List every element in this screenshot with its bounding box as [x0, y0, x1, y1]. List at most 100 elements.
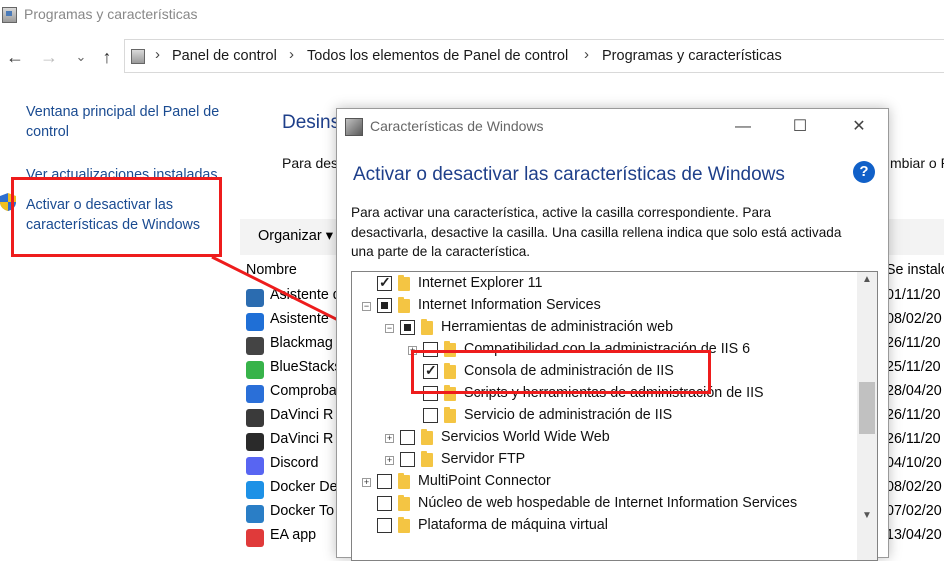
feature-label: Internet Information Services [418, 297, 601, 313]
minimize-icon[interactable]: — [728, 115, 758, 139]
up-arrow-icon[interactable]: ↑ [96, 46, 118, 68]
folder-icon [398, 275, 410, 291]
dialog-description: Para activar una característica, active … [351, 205, 842, 259]
feature-row[interactable]: − Herramientas de administración web [352, 318, 852, 340]
window-titlebar: Programas y características [0, 0, 944, 30]
vertical-scrollbar[interactable]: ▲ ▼ [857, 272, 877, 560]
collapse-icon[interactable]: − [385, 324, 394, 333]
folder-icon [421, 429, 433, 445]
organize-label: Organizar [258, 228, 322, 244]
folder-icon [421, 451, 433, 467]
expand-icon[interactable]: + [385, 434, 394, 443]
column-header-name[interactable]: Nombre [246, 262, 297, 278]
feature-row[interactable]: + MultiPoint Connector [352, 472, 852, 494]
dialog-title: Características de Windows [370, 118, 544, 134]
feature-label: Servidor FTP [441, 451, 526, 467]
page-title: Desins [282, 112, 341, 133]
page-description-right: mbiar o R [890, 155, 944, 171]
feature-label: Servicio de administración de IIS [464, 407, 673, 423]
feature-label: Internet Explorer 11 [418, 275, 543, 291]
expand-icon[interactable]: + [385, 456, 394, 465]
dialog-titlebar: Características de Windows — ☐ ✕ [337, 109, 888, 145]
program-install-date: 08/02/20 [886, 311, 942, 327]
close-icon[interactable]: ✕ [844, 115, 874, 139]
feature-checkbox[interactable] [377, 496, 392, 511]
program-icon [246, 361, 264, 379]
maximize-icon[interactable]: ☐ [785, 115, 815, 139]
feature-checkbox[interactable] [377, 274, 392, 291]
recent-locations-icon[interactable]: ⌄ [70, 46, 92, 68]
back-arrow-icon[interactable]: ← [4, 46, 26, 68]
program-icon [246, 529, 264, 547]
feature-checkbox[interactable] [377, 474, 392, 489]
feature-row[interactable]: Servicio de administración de IIS [352, 406, 852, 428]
breadcrumb-separator-icon: › [155, 46, 160, 63]
feature-checkbox[interactable] [400, 320, 415, 335]
windows-features-icon [345, 118, 363, 136]
feature-row[interactable]: − Internet Information Services [352, 296, 852, 318]
help-icon[interactable]: ? [853, 161, 875, 183]
program-icon [246, 457, 264, 475]
program-icon [246, 481, 264, 499]
scroll-up-icon[interactable]: ▲ [861, 274, 873, 285]
dialog-heading: Activar o desactivar las características… [353, 164, 785, 185]
column-header-installed[interactable]: Se instalo [886, 262, 944, 278]
expand-icon[interactable]: + [362, 478, 371, 487]
program-icon [246, 385, 264, 403]
folder-icon [421, 319, 433, 335]
program-name: Asistente d [270, 287, 341, 303]
forward-arrow-icon[interactable]: → [38, 46, 60, 68]
program-install-date: 26/11/20 [886, 431, 941, 447]
scroll-down-icon[interactable]: ▼ [861, 510, 873, 521]
folder-icon [398, 495, 410, 511]
program-install-date: 13/04/20 [886, 527, 942, 543]
feature-row[interactable]: Internet Explorer 11 [352, 274, 852, 296]
control-panel-icon [131, 49, 145, 64]
features-tree: Internet Explorer 11 − Internet Informatio… [351, 271, 878, 561]
program-install-date: 01/11/20 [886, 287, 941, 303]
program-name: Comproba [270, 383, 337, 399]
program-install-date: 07/02/20 [886, 503, 942, 519]
window-title: Programas y características [24, 6, 198, 22]
windows-features-dialog: Características de Windows — ☐ ✕ Activar… [336, 108, 889, 561]
program-icon [246, 433, 264, 451]
folder-icon [398, 473, 410, 489]
feature-row[interactable]: Núcleo de web hospedable de Internet Inf… [352, 494, 852, 516]
program-name: DaVinci R [270, 431, 334, 447]
program-install-date: 04/10/20 [886, 455, 942, 471]
feature-label: MultiPoint Connector [418, 473, 551, 489]
feature-label: Núcleo de web hospedable de Internet Inf… [418, 495, 798, 511]
breadcrumb-panel[interactable]: Panel de control [172, 48, 277, 64]
feature-checkbox[interactable] [423, 408, 438, 423]
breadcrumb-all-items[interactable]: Todos los elementos de Panel de control [307, 48, 568, 64]
feature-row[interactable]: + Servicios World Wide Web [352, 428, 852, 450]
program-icon [246, 337, 264, 355]
program-install-date: 08/02/20 [886, 479, 942, 495]
feature-row[interactable]: Plataforma de máquina virtual [352, 516, 852, 538]
feature-checkbox[interactable] [377, 298, 392, 313]
feature-row[interactable]: + Servidor FTP [352, 450, 852, 472]
address-bar[interactable]: › Panel de control › Todos los elementos… [124, 39, 944, 73]
program-icon [246, 409, 264, 427]
feature-checkbox[interactable] [400, 452, 415, 467]
feature-label: Herramientas de administración web [441, 319, 674, 335]
program-name: Asistente [270, 311, 329, 327]
program-name: DaVinci R [270, 407, 334, 423]
chevron-down-icon: ▾ [325, 228, 333, 244]
feature-checkbox[interactable] [377, 518, 392, 533]
program-name: Discord [270, 455, 319, 471]
feature-checkbox[interactable] [400, 430, 415, 445]
breadcrumb-programs[interactable]: Programas y características [602, 48, 782, 64]
sidebar-link-control-panel-home[interactable]: Ventana principal del Panel de control [26, 102, 236, 142]
control-panel-icon [2, 7, 17, 23]
folder-icon [398, 297, 410, 313]
breadcrumb-separator-icon: › [289, 46, 294, 63]
feature-label: Plataforma de máquina virtual [418, 517, 608, 533]
collapse-icon[interactable]: − [362, 302, 371, 311]
program-name: Docker De [270, 479, 338, 495]
program-install-date: 26/11/20 [886, 407, 941, 423]
scroll-thumb[interactable] [859, 382, 875, 434]
annotation-highlight-box [11, 177, 222, 257]
program-install-date: 25/11/20 [886, 359, 941, 375]
organize-button[interactable]: Organizar ▾ [258, 228, 333, 244]
